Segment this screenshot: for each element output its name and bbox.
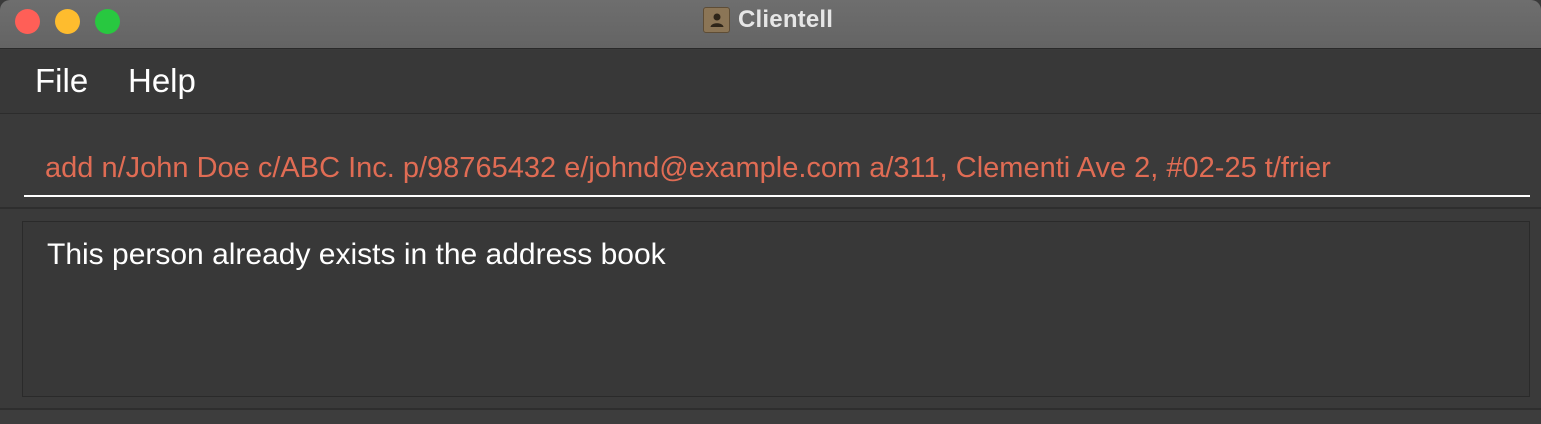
menu-help[interactable]: Help — [128, 62, 196, 100]
window-title-group: Clientell — [703, 6, 833, 34]
window-titlebar: Clientell — [0, 0, 1541, 49]
command-box-panel — [0, 115, 1541, 209]
address-book-icon — [703, 7, 730, 33]
result-display[interactable]: This person already exists in the addres… — [22, 221, 1530, 397]
window-maximize-button[interactable] — [95, 9, 120, 34]
window-title: Clientell — [738, 6, 834, 33]
window-minimize-button[interactable] — [55, 9, 80, 34]
command-input[interactable] — [24, 133, 1530, 197]
window-close-button[interactable] — [15, 9, 40, 34]
status-bar — [0, 408, 1541, 424]
result-message: This person already exists in the addres… — [47, 238, 666, 271]
menu-file[interactable]: File — [35, 62, 88, 100]
result-panel: This person already exists in the addres… — [0, 211, 1541, 408]
menu-bar: File Help — [0, 50, 1541, 114]
